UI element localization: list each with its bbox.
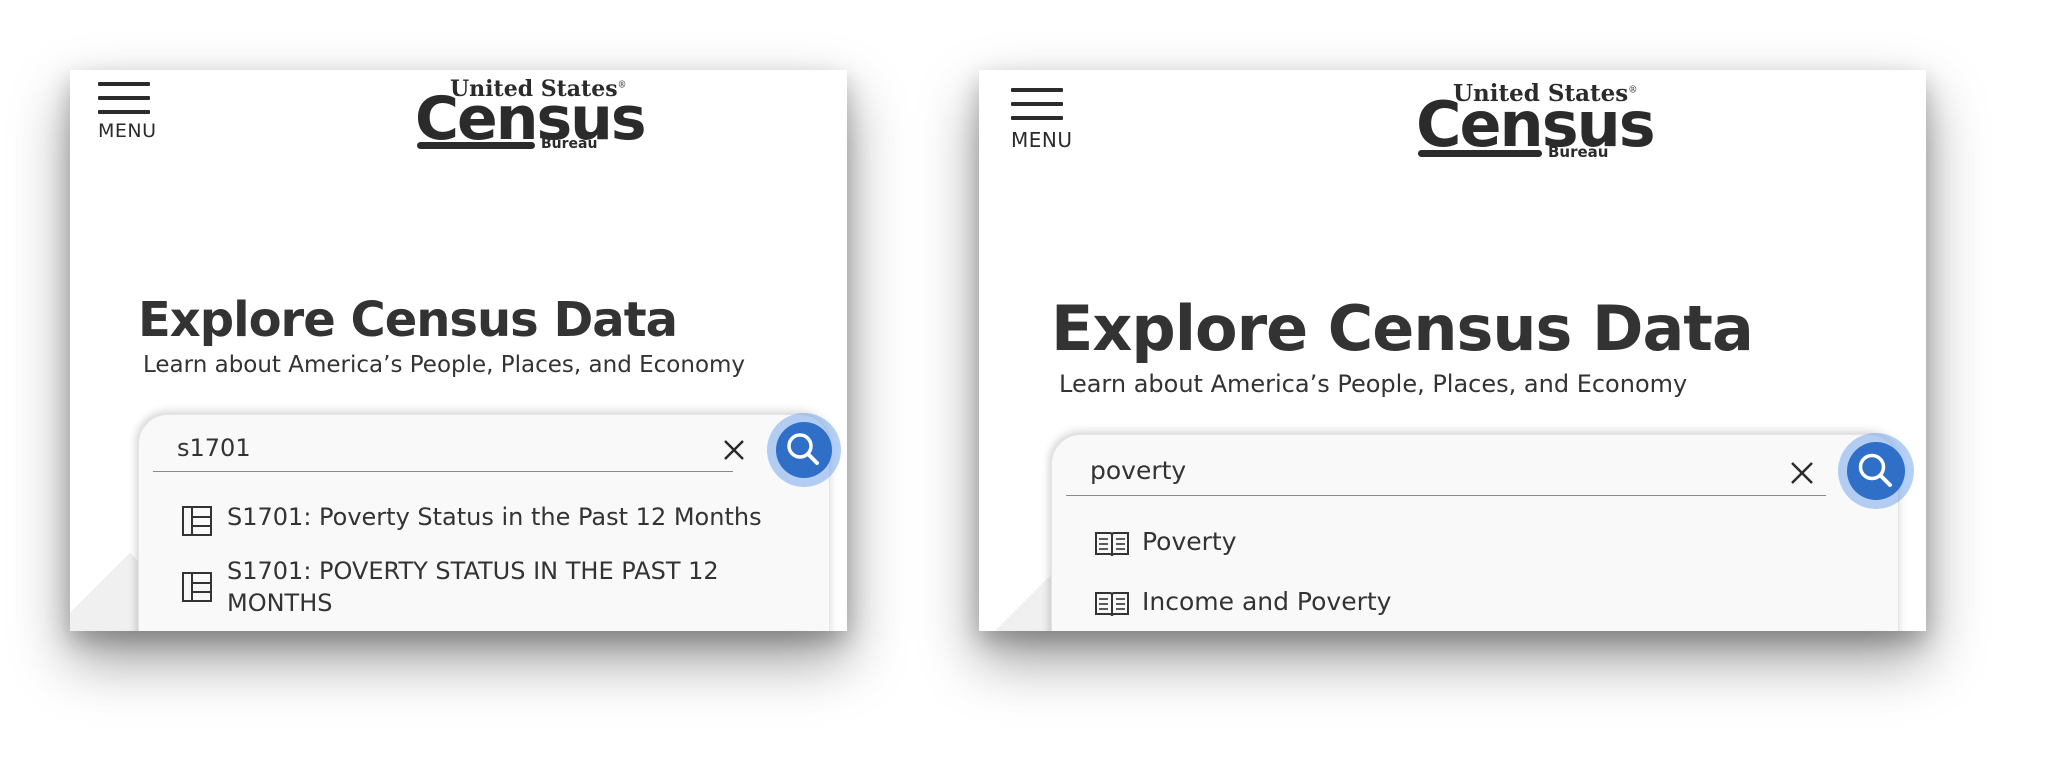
hamburger-icon — [1011, 88, 1063, 92]
logo-bureau: Bureau — [1548, 143, 1609, 161]
right-screenshot-panel: MENU United States® Census Bureau Explor… — [979, 70, 1926, 631]
search-input[interactable] — [1090, 453, 1690, 487]
page-subtitle: Learn about America’s People, Places, an… — [143, 352, 746, 378]
suggestion-item[interactable]: Poverty — [1094, 525, 1854, 565]
menu-label: MENU — [98, 120, 157, 142]
census-bureau-logo[interactable]: United States® Census Bureau — [413, 76, 647, 166]
suggestion-label-line1: S1701: POVERTY STATUS IN THE PAST 12 — [227, 557, 719, 585]
logo-underline — [1418, 150, 1542, 157]
search-icon — [787, 433, 819, 465]
search-input-underline — [153, 471, 733, 472]
menu-button[interactable]: MENU — [98, 82, 158, 142]
table-icon — [182, 506, 212, 536]
logo-bureau: Bureau — [541, 136, 598, 152]
clear-search-icon[interactable] — [1790, 461, 1814, 485]
suggestion-item[interactable]: S1701: POVERTY STATUS IN THE PAST 12 MON… — [181, 557, 801, 627]
page-title: Explore Census Data — [1051, 292, 1754, 365]
menu-label: MENU — [1011, 128, 1073, 152]
suggestion-item[interactable]: S1701: Poverty Status in the Past 12 Mon… — [181, 503, 801, 543]
hamburger-bar — [98, 110, 150, 114]
search-button[interactable] — [776, 422, 832, 478]
hamburger-bar — [98, 96, 150, 100]
page-title: Explore Census Data — [138, 292, 678, 348]
suggestion-label: Poverty — [1142, 527, 1237, 556]
search-input[interactable] — [177, 431, 697, 465]
page-subtitle: Learn about America’s People, Places, an… — [1059, 370, 1688, 398]
suggestion-label-line2: MONTHS — [227, 589, 333, 617]
search-panel: Poverty Income and Poverty — [1051, 434, 1899, 631]
hamburger-icon — [98, 82, 150, 86]
logo-underline — [417, 142, 535, 149]
search-icon — [1858, 453, 1892, 487]
suggestion-label: S1701: Poverty Status in the Past 12 Mon… — [227, 503, 762, 531]
left-screenshot-panel: MENU United States® Census Bureau Explor… — [70, 70, 847, 631]
suggestion-item[interactable]: Income and Poverty — [1094, 585, 1854, 625]
hamburger-bar — [1011, 116, 1063, 120]
suggestion-label: Income and Poverty — [1142, 587, 1392, 616]
hamburger-bar — [1011, 102, 1063, 106]
census-bureau-logo[interactable]: United States® Census Bureau — [1414, 80, 1656, 176]
book-icon — [1095, 532, 1129, 557]
menu-button[interactable]: MENU — [1011, 88, 1072, 152]
clear-search-icon[interactable] — [723, 439, 745, 461]
search-button[interactable] — [1847, 442, 1905, 500]
table-icon — [182, 572, 212, 602]
search-input-underline — [1066, 495, 1826, 496]
book-icon — [1095, 592, 1129, 617]
search-panel: S1701: Poverty Status in the Past 12 Mon… — [138, 414, 830, 631]
